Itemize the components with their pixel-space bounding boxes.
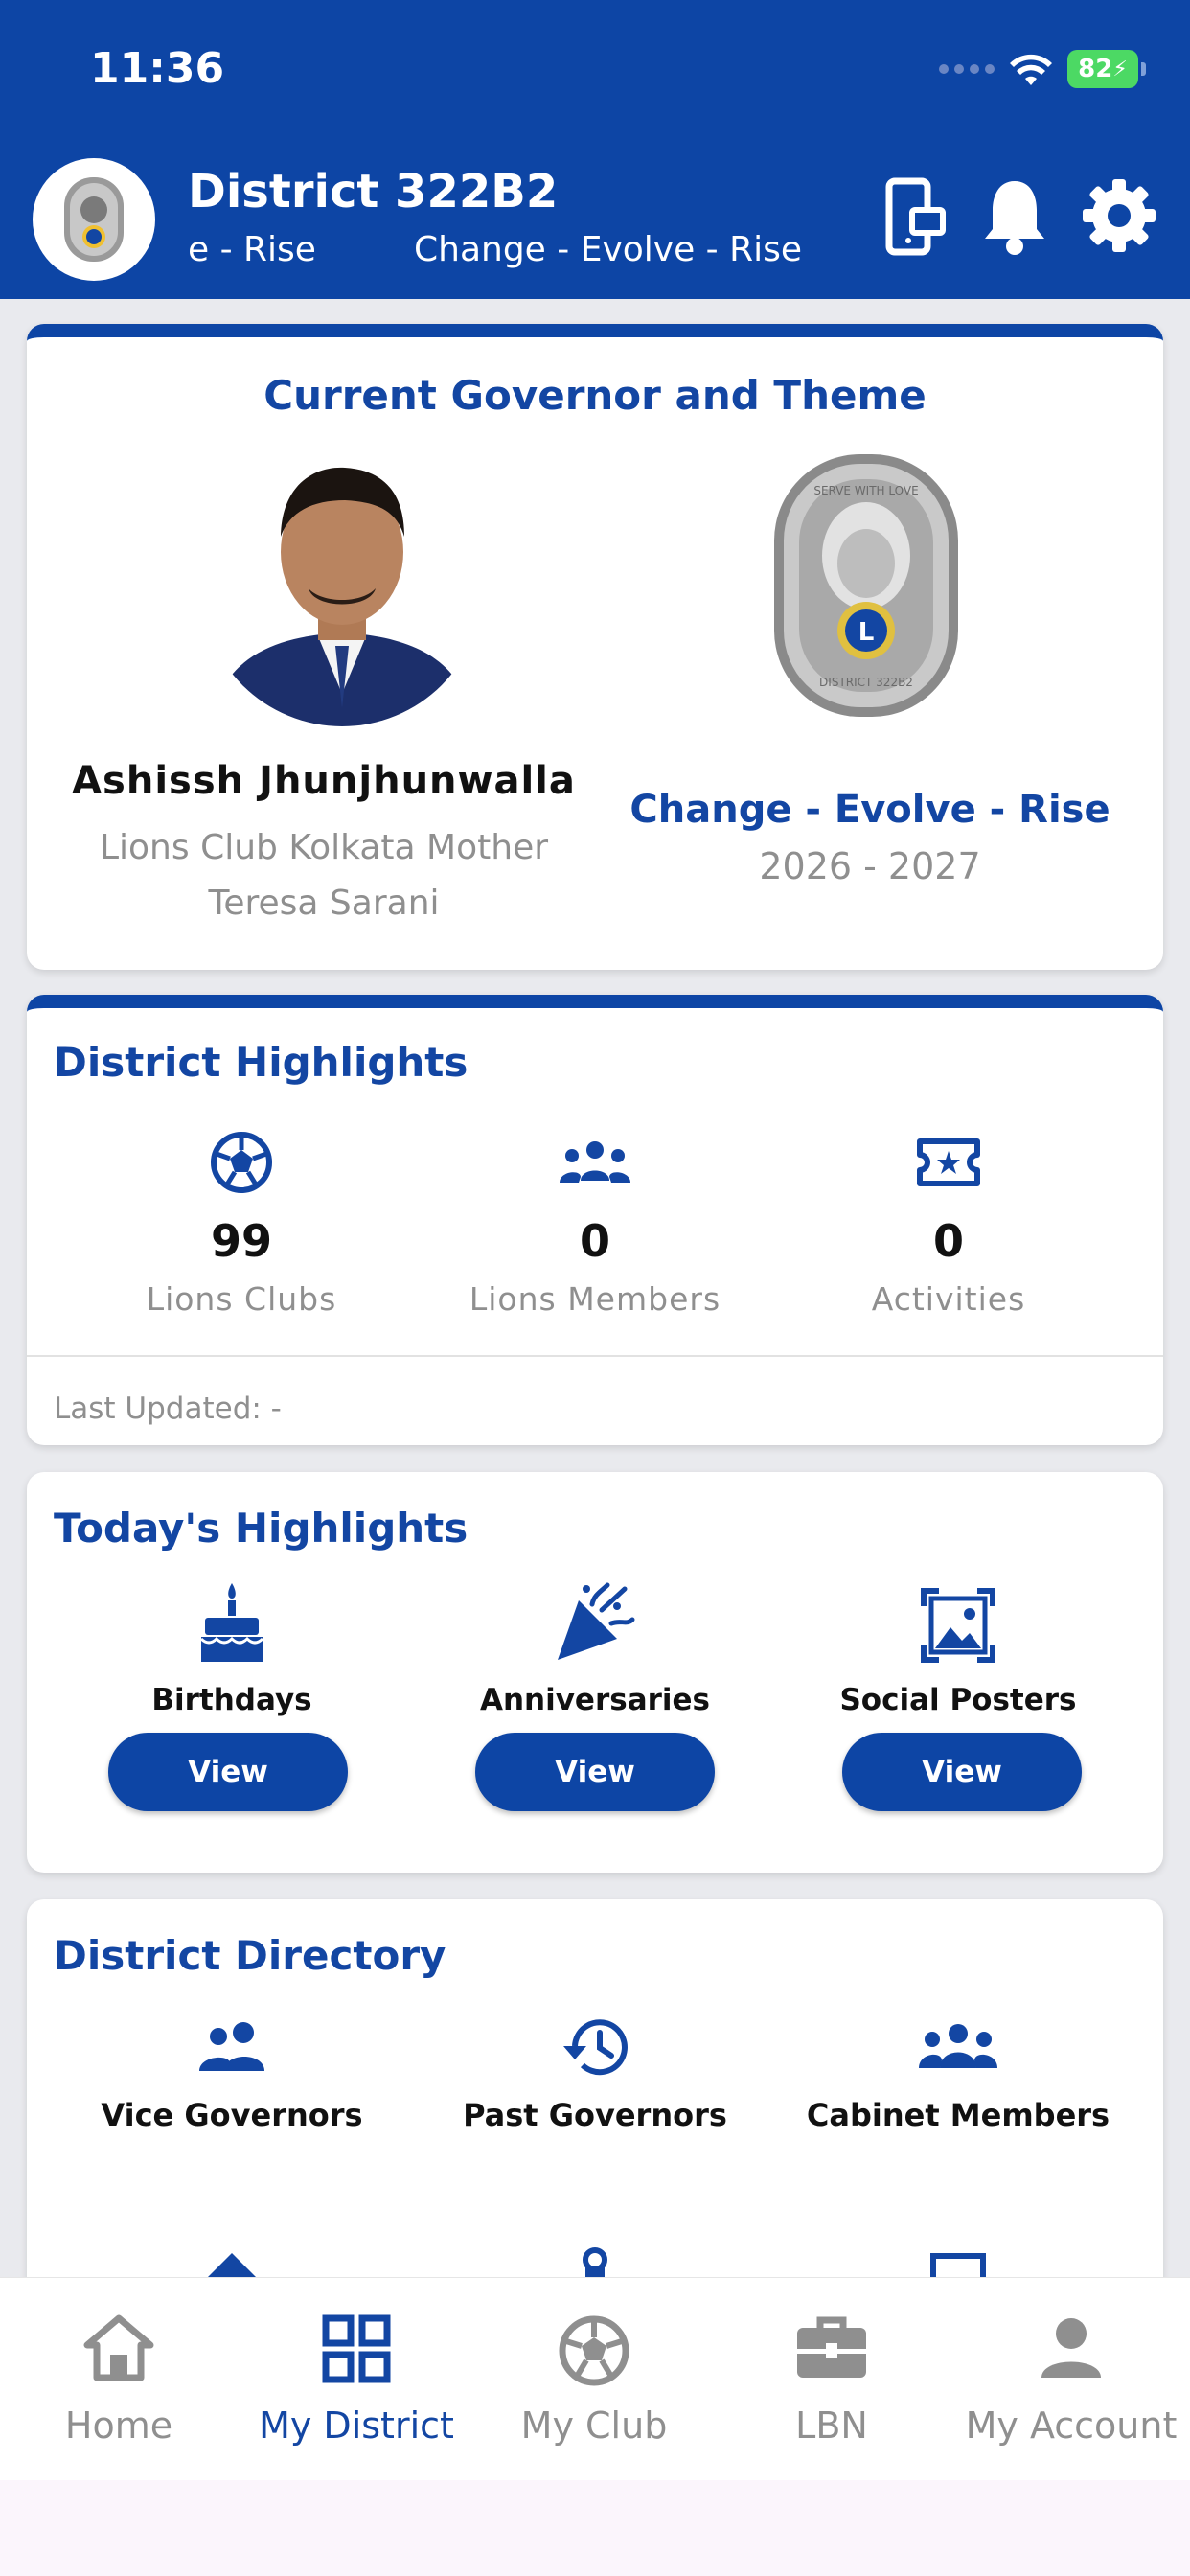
person-icon <box>1041 2318 1101 2378</box>
home-icon <box>83 2314 154 2381</box>
battery-indicator: 82 ⚡ <box>1067 50 1146 88</box>
briefcase-icon <box>797 2316 866 2378</box>
status-time: 11:36 <box>90 44 225 93</box>
stat-lions-clubs[interactable]: 99 Lions Clubs <box>69 1129 414 1318</box>
theme-medal-image[interactable]: L SERVE WITH LOVE DISTRICT 322B2 <box>770 450 962 721</box>
cake-icon <box>199 1583 264 1662</box>
governor-club: Lions Club Kolkata Mother Teresa Sarani <box>65 820 583 932</box>
grid-icon <box>322 2314 391 2383</box>
nav-lbn[interactable]: LBN <box>713 2278 950 2481</box>
directory-cabinet-members[interactable]: Cabinet Members <box>776 2012 1140 2133</box>
highlight-label: Anniversaries <box>479 1683 711 1717</box>
signal-icon <box>939 64 995 74</box>
stat-value: 99 <box>210 1215 272 1267</box>
social-posters-view-button[interactable]: View <box>842 1733 1082 1811</box>
district-highlights-card: District Highlights 99 Lions Clubs 0 Lio… <box>27 995 1163 1445</box>
stat-lions-members[interactable]: 0 Lions Members <box>423 1129 767 1318</box>
governor-club-line-2: Teresa Sarani <box>208 884 440 923</box>
ticket-star-icon <box>917 1138 980 1186</box>
lions-logo-icon <box>64 177 124 262</box>
directory-label: Cabinet Members <box>806 2097 1110 2133</box>
nav-label: Home <box>64 2404 173 2447</box>
soccer-ball-icon <box>211 1132 272 1193</box>
nav-my-club[interactable]: My Club <box>475 2278 713 2481</box>
district-highlights-title: District Highlights <box>54 1039 469 1086</box>
image-frame-icon <box>921 1588 995 1663</box>
highlight-label: Social Posters <box>839 1683 1077 1717</box>
stat-value: 0 <box>932 1215 964 1267</box>
bell-icon[interactable] <box>981 177 1048 256</box>
todays-highlights-title: Today's Highlights <box>54 1505 469 1552</box>
stat-label: Activities <box>871 1280 1026 1318</box>
medal-text-bottom: DISTRICT 322B2 <box>819 676 913 689</box>
medal-text-top: SERVE WITH LOVE <box>813 484 918 497</box>
settings-gear-icon[interactable] <box>1081 177 1157 254</box>
nav-label: My Account <box>965 2404 1178 2447</box>
todays-highlights-card: Today's Highlights Birthdays View Annive… <box>27 1472 1163 1873</box>
people-icon <box>199 2022 264 2071</box>
home-indicator-area <box>0 2480 1190 2576</box>
device-switch-icon[interactable] <box>885 177 947 256</box>
governor-name: Ashissh Jhunjhunwalla <box>72 759 576 803</box>
stat-value: 0 <box>579 1215 610 1267</box>
history-icon <box>563 2019 628 2076</box>
medal-letter: L <box>858 618 875 647</box>
governor-card-title: Current Governor and Theme <box>263 372 927 419</box>
anniversaries-view-button[interactable]: View <box>475 1733 715 1811</box>
party-popper-icon <box>558 1582 635 1660</box>
governor-club-line-1: Lions Club Kolkata Mother <box>99 828 549 867</box>
group-icon <box>560 1141 630 1183</box>
directory-label: Vice Governors <box>101 2097 363 2133</box>
highlight-birthdays: Birthdays <box>50 1577 414 1717</box>
marquee-text-2: Change - Evolve - Rise <box>414 230 801 269</box>
theme-name: Change - Evolve - Rise <box>629 788 1110 832</box>
nav-my-account[interactable]: My Account <box>952 2278 1190 2481</box>
birthdays-view-button[interactable]: View <box>108 1733 348 1811</box>
nav-home[interactable]: Home <box>0 2278 238 2481</box>
marquee-text-1: e - Rise <box>188 230 316 269</box>
governor-photo[interactable] <box>201 445 483 726</box>
theme-marquee: e - Rise Change - Evolve - Rise <box>188 230 801 272</box>
governor-theme-card: Current Governor and Theme L SERVE WITH … <box>27 324 1163 970</box>
battery-level: 82 <box>1078 55 1113 83</box>
stat-label: Lions Clubs <box>146 1280 337 1318</box>
stat-activities[interactable]: 0 Activities <box>776 1129 1121 1318</box>
district-directory-title: District Directory <box>54 1932 446 1979</box>
status-icons: 82 ⚡ <box>939 50 1146 88</box>
theme-years: 2026 - 2027 <box>759 845 981 887</box>
nav-label: My District <box>259 2404 454 2447</box>
highlight-label: Birthdays <box>151 1683 312 1717</box>
directory-past-governors[interactable]: Past Governors <box>413 2012 777 2133</box>
highlight-social-posters: Social Posters <box>776 1577 1140 1717</box>
stat-label: Lions Members <box>469 1280 721 1318</box>
district-directory-card: District Directory Vice Governors Past G… <box>27 1899 1163 2340</box>
app-header: 11:36 82 ⚡ District 322B2 e - Rise Change… <box>0 0 1190 299</box>
nav-label: My Club <box>520 2404 668 2447</box>
nav-label: LBN <box>795 2404 868 2447</box>
last-updated: Last Updated: - <box>54 1392 282 1426</box>
wifi-icon <box>1010 54 1052 85</box>
nav-my-district[interactable]: My District <box>238 2278 475 2481</box>
bottom-navigation: Home My District My Club LBN My Account <box>0 2277 1190 2480</box>
highlight-anniversaries: Anniversaries <box>413 1577 777 1717</box>
soccer-ball-icon <box>559 2315 629 2386</box>
directory-vice-governors[interactable]: Vice Governors <box>50 2012 414 2133</box>
stats-divider <box>27 1355 1163 1357</box>
district-logo[interactable] <box>33 158 155 281</box>
groups-icon <box>919 2024 997 2068</box>
district-title: District 322B2 <box>188 165 559 218</box>
directory-label: Past Governors <box>463 2097 727 2133</box>
